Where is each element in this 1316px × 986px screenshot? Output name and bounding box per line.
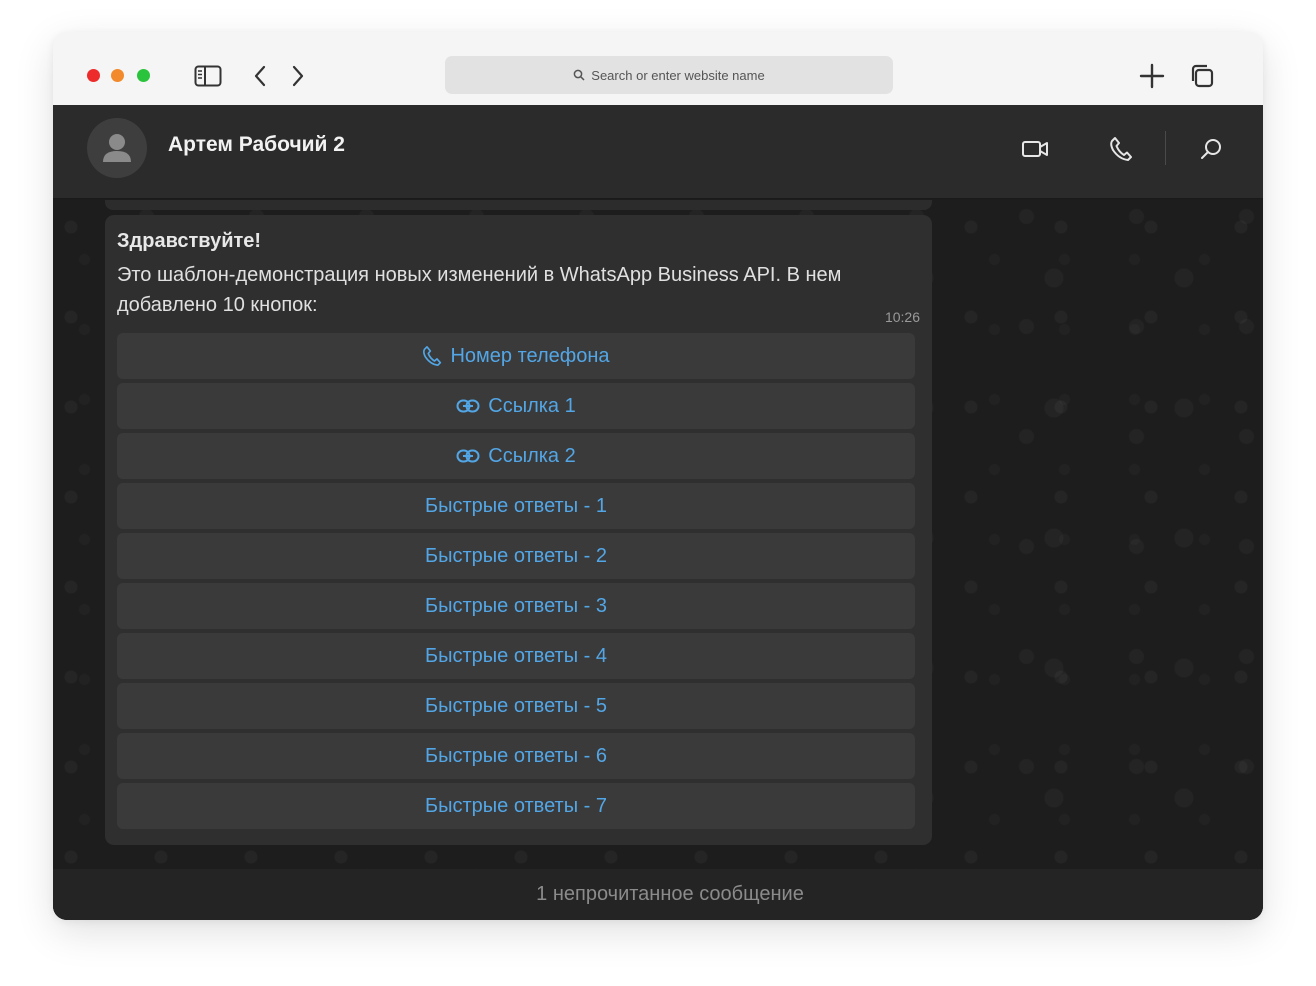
voice-call-icon[interactable] — [1105, 133, 1137, 165]
forward-icon[interactable] — [283, 62, 313, 90]
maximize-window-button[interactable] — [137, 69, 150, 82]
header-divider — [1165, 131, 1166, 165]
new-tab-icon[interactable] — [1137, 62, 1167, 90]
quick-reply-button[interactable]: Быстрые ответы - 7 — [117, 783, 915, 829]
search-icon[interactable] — [1195, 133, 1227, 165]
video-call-icon[interactable] — [1019, 133, 1051, 165]
minimize-window-button[interactable] — [111, 69, 124, 82]
quick-reply-button[interactable]: Быстрые ответы - 2 — [117, 533, 915, 579]
phone-icon — [423, 346, 442, 366]
button-label: Ссылка 1 — [488, 394, 576, 417]
address-bar[interactable]: Search or enter website name — [445, 56, 893, 94]
search-icon — [573, 69, 585, 81]
tabs-overview-icon[interactable] — [1187, 62, 1217, 90]
previous-message-bubble — [105, 200, 932, 210]
message-bubble: Здравствуйте! Это шаблон-демонстрация но… — [105, 215, 932, 845]
address-placeholder: Search or enter website name — [591, 67, 765, 83]
back-icon[interactable] — [245, 62, 275, 90]
browser-window: Search or enter website name Артем Рабоч… — [53, 32, 1263, 920]
unread-messages-label: 1 непрочитанное сообщение — [536, 883, 804, 905]
link-icon — [456, 449, 480, 463]
close-window-button[interactable] — [87, 69, 100, 82]
message-time: 10:26 — [884, 309, 920, 325]
sidebar-icon[interactable] — [193, 62, 223, 90]
quick-reply-button[interactable]: Быстрые ответы - 5 — [117, 683, 915, 729]
chat-header: Артем Рабочий 2 — [53, 105, 1263, 199]
quick-reply-button[interactable]: Быстрые ответы - 6 — [117, 733, 915, 779]
phone-number-button[interactable]: Номер телефона — [117, 333, 915, 379]
button-label: Ссылка 2 — [488, 444, 576, 467]
message-body: Это шаблон-демонстрация новых изменений … — [117, 264, 842, 316]
message-title: Здравствуйте! — [117, 230, 262, 252]
quick-reply-button[interactable]: Быстрые ответы - 1 — [117, 483, 915, 529]
avatar[interactable] — [87, 118, 147, 178]
browser-toolbar: Search or enter website name — [53, 32, 1263, 105]
quick-reply-button[interactable]: Быстрые ответы - 4 — [117, 633, 915, 679]
unread-messages-banner: 1 непрочитанное сообщение — [53, 869, 1263, 920]
whatsapp-app: Артем Рабочий 2 Здравствуйте! Это шаблон… — [53, 105, 1263, 920]
quick-reply-button[interactable]: Быстрые ответы - 3 — [117, 583, 915, 629]
link-icon — [456, 399, 480, 413]
contact-name[interactable]: Артем Рабочий 2 — [168, 133, 345, 157]
link-2-button[interactable]: Ссылка 2 — [117, 433, 915, 479]
button-label: Номер телефона — [450, 344, 610, 367]
link-1-button[interactable]: Ссылка 1 — [117, 383, 915, 429]
